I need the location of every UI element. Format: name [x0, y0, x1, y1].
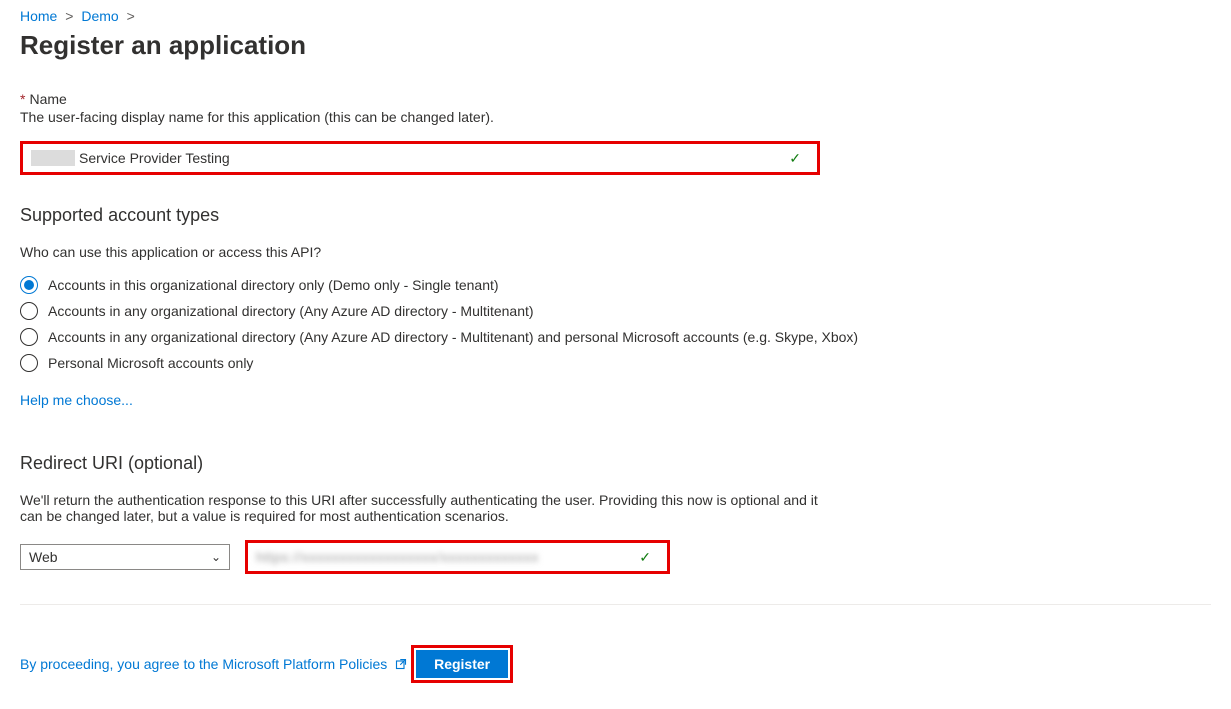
breadcrumb-home[interactable]: Home: [20, 8, 57, 24]
radio-icon: [20, 276, 38, 294]
radio-label: Accounts in this organizational director…: [48, 277, 499, 293]
redirect-uri-input[interactable]: https://xxxxxxxxxxxxxxxxxx/xxxxxxxxxxxxx: [256, 549, 539, 565]
account-types-heading: Supported account types: [20, 205, 1211, 226]
register-button[interactable]: Register: [416, 650, 508, 678]
redirect-uri-desc: We'll return the authentication response…: [20, 492, 820, 524]
chevron-down-icon: ⌄: [211, 550, 221, 564]
name-section: *Name The user-facing display name for t…: [20, 91, 1211, 175]
radio-label: Accounts in any organizational directory…: [48, 329, 858, 345]
account-types-section: Supported account types Who can use this…: [20, 205, 1211, 408]
breadcrumb-sep: >: [65, 8, 73, 24]
radio-single-tenant[interactable]: Accounts in this organizational director…: [20, 276, 1211, 294]
platform-policies-link[interactable]: By proceeding, you agree to the Microsof…: [20, 656, 411, 672]
check-icon: ✓: [639, 549, 659, 566]
page-title: Register an application: [20, 30, 1211, 61]
check-icon: ✓: [789, 150, 809, 167]
name-desc: The user-facing display name for this ap…: [20, 109, 1211, 125]
register-button-highlight: Register: [411, 645, 513, 683]
radio-personal-only[interactable]: Personal Microsoft accounts only: [20, 354, 1211, 372]
breadcrumb-sep: >: [127, 8, 135, 24]
radio-icon: [20, 302, 38, 320]
name-value: Service Provider Testing: [79, 150, 230, 166]
account-types-question: Who can use this application or access t…: [20, 244, 1211, 260]
radio-multitenant-personal[interactable]: Accounts in any organizational directory…: [20, 328, 1211, 346]
radio-multitenant[interactable]: Accounts in any organizational directory…: [20, 302, 1211, 320]
platform-selected-value: Web: [29, 549, 58, 565]
radio-label: Accounts in any organizational directory…: [48, 303, 534, 319]
redirect-uri-input-highlight: https://xxxxxxxxxxxxxxxxxx/xxxxxxxxxxxxx…: [245, 540, 670, 574]
divider: [20, 604, 1211, 605]
footer: By proceeding, you agree to the Microsof…: [20, 621, 1211, 683]
name-input[interactable]: Service Provider Testing ✓: [25, 146, 815, 170]
redacted-prefix: [31, 150, 75, 166]
name-label: *Name: [20, 91, 1211, 107]
radio-icon: [20, 354, 38, 372]
help-me-choose-link[interactable]: Help me choose...: [20, 392, 133, 408]
radio-label: Personal Microsoft accounts only: [48, 355, 253, 371]
redirect-uri-heading: Redirect URI (optional): [20, 453, 1211, 474]
external-link-icon: [395, 658, 407, 670]
account-types-radio-group: Accounts in this organizational director…: [20, 276, 1211, 372]
breadcrumb: Home > Demo >: [20, 8, 1211, 24]
radio-icon: [20, 328, 38, 346]
platform-select[interactable]: Web ⌄: [20, 544, 230, 570]
redirect-uri-section: Redirect URI (optional) We'll return the…: [20, 453, 1211, 574]
breadcrumb-demo[interactable]: Demo: [81, 8, 118, 24]
name-input-highlight: Service Provider Testing ✓: [20, 141, 820, 175]
